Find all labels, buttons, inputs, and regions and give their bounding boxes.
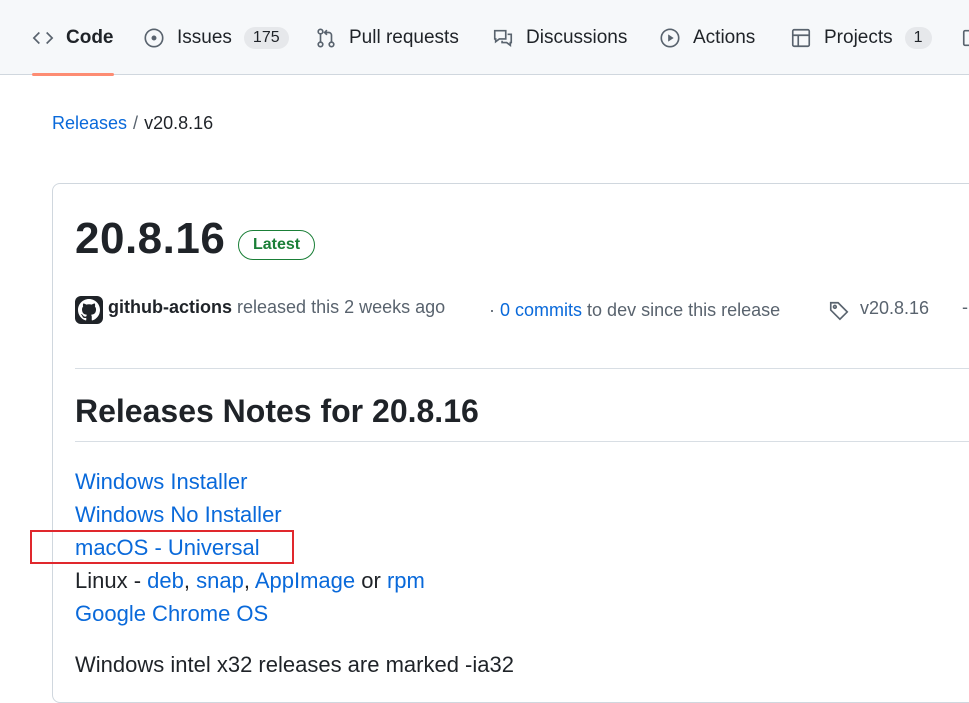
tab-pull-requests-label: Pull requests [349, 26, 459, 48]
projects-count-badge: 1 [904, 26, 932, 49]
linux-deb-link[interactable]: deb [147, 568, 184, 593]
release-title: 20.8.16 [75, 214, 226, 263]
linux-comma: , [183, 568, 197, 593]
meta-dot: · [489, 300, 495, 320]
linux-comma: , [243, 568, 255, 593]
linux-appimage-link[interactable]: AppImage [255, 568, 355, 593]
breadcrumb: Releases / v20.8.16 [52, 113, 213, 134]
tab-projects[interactable]: Projects 1 [790, 0, 932, 75]
commits-suffix: to dev since this release [587, 300, 781, 320]
release-notes-heading: Releases Notes for 20.8.16 [75, 393, 479, 429]
pull-request-icon [317, 27, 335, 48]
highlight-box [30, 530, 294, 564]
latest-badge: Latest [238, 230, 316, 260]
tag-link[interactable]: v20.8.16 [860, 298, 929, 319]
tab-actions-label: Actions [693, 26, 756, 48]
linux-or: or [355, 568, 387, 593]
author-link[interactable]: github-actions [108, 297, 232, 317]
release-meta: github-actions released this 2 weeks ago [108, 297, 445, 318]
divider [75, 368, 969, 369]
breadcrumb-current: v20.8.16 [144, 113, 214, 133]
tab-overflow[interactable] [961, 0, 969, 75]
tab-code[interactable]: Code [32, 0, 114, 76]
avatar[interactable] [75, 296, 103, 324]
wiki-icon [962, 29, 969, 46]
tab-code-label: Code [66, 26, 114, 48]
discussions-icon [493, 29, 513, 47]
code-icon [32, 31, 54, 44]
list-item: Linux - deb, snap, AppImage or rpm [75, 568, 425, 594]
linux-rpm-link[interactable]: rpm [387, 568, 425, 593]
tab-discussions[interactable]: Discussions [492, 0, 627, 75]
tab-projects-label: Projects [824, 26, 893, 48]
github-logo-icon [78, 299, 100, 321]
commits-link[interactable]: 0 commits [500, 300, 582, 320]
play-icon [660, 27, 680, 48]
windows-no-installer-link[interactable]: Windows No Installer [75, 502, 282, 527]
commits-meta: · 0 commits to dev since this release [489, 300, 780, 321]
chrome-os-link[interactable]: Google Chrome OS [75, 601, 268, 626]
windows-installer-link[interactable]: Windows Installer [75, 469, 247, 494]
breadcrumb-separator: / [133, 113, 139, 133]
list-item: Windows No Installer [75, 502, 282, 528]
breadcrumb-releases-link[interactable]: Releases [52, 113, 127, 133]
list-item: Google Chrome OS [75, 601, 268, 627]
linux-prefix: Linux - [75, 568, 148, 593]
tab-discussions-label: Discussions [526, 26, 628, 48]
tag-icon [829, 301, 849, 321]
linux-snap-link[interactable]: snap [196, 568, 244, 593]
table-icon [791, 28, 811, 47]
list-item: Windows Installer [75, 469, 247, 495]
footnote-text: Windows intel x32 releases are marked -i… [75, 652, 514, 677]
tab-issues[interactable]: Issues 175 [143, 0, 289, 75]
released-text: released this 2 weeks ago [237, 297, 446, 317]
tab-actions[interactable]: Actions [659, 0, 755, 75]
issue-icon [144, 27, 164, 48]
meta-overflow: - [962, 297, 968, 317]
tab-pull-requests[interactable]: Pull requests [315, 0, 459, 75]
repo-nav: Code Issues 175 Pull requests Discussion… [0, 0, 969, 76]
heading-divider [75, 441, 969, 442]
tab-issues-label: Issues [177, 26, 232, 48]
issues-count-badge: 175 [243, 26, 289, 49]
